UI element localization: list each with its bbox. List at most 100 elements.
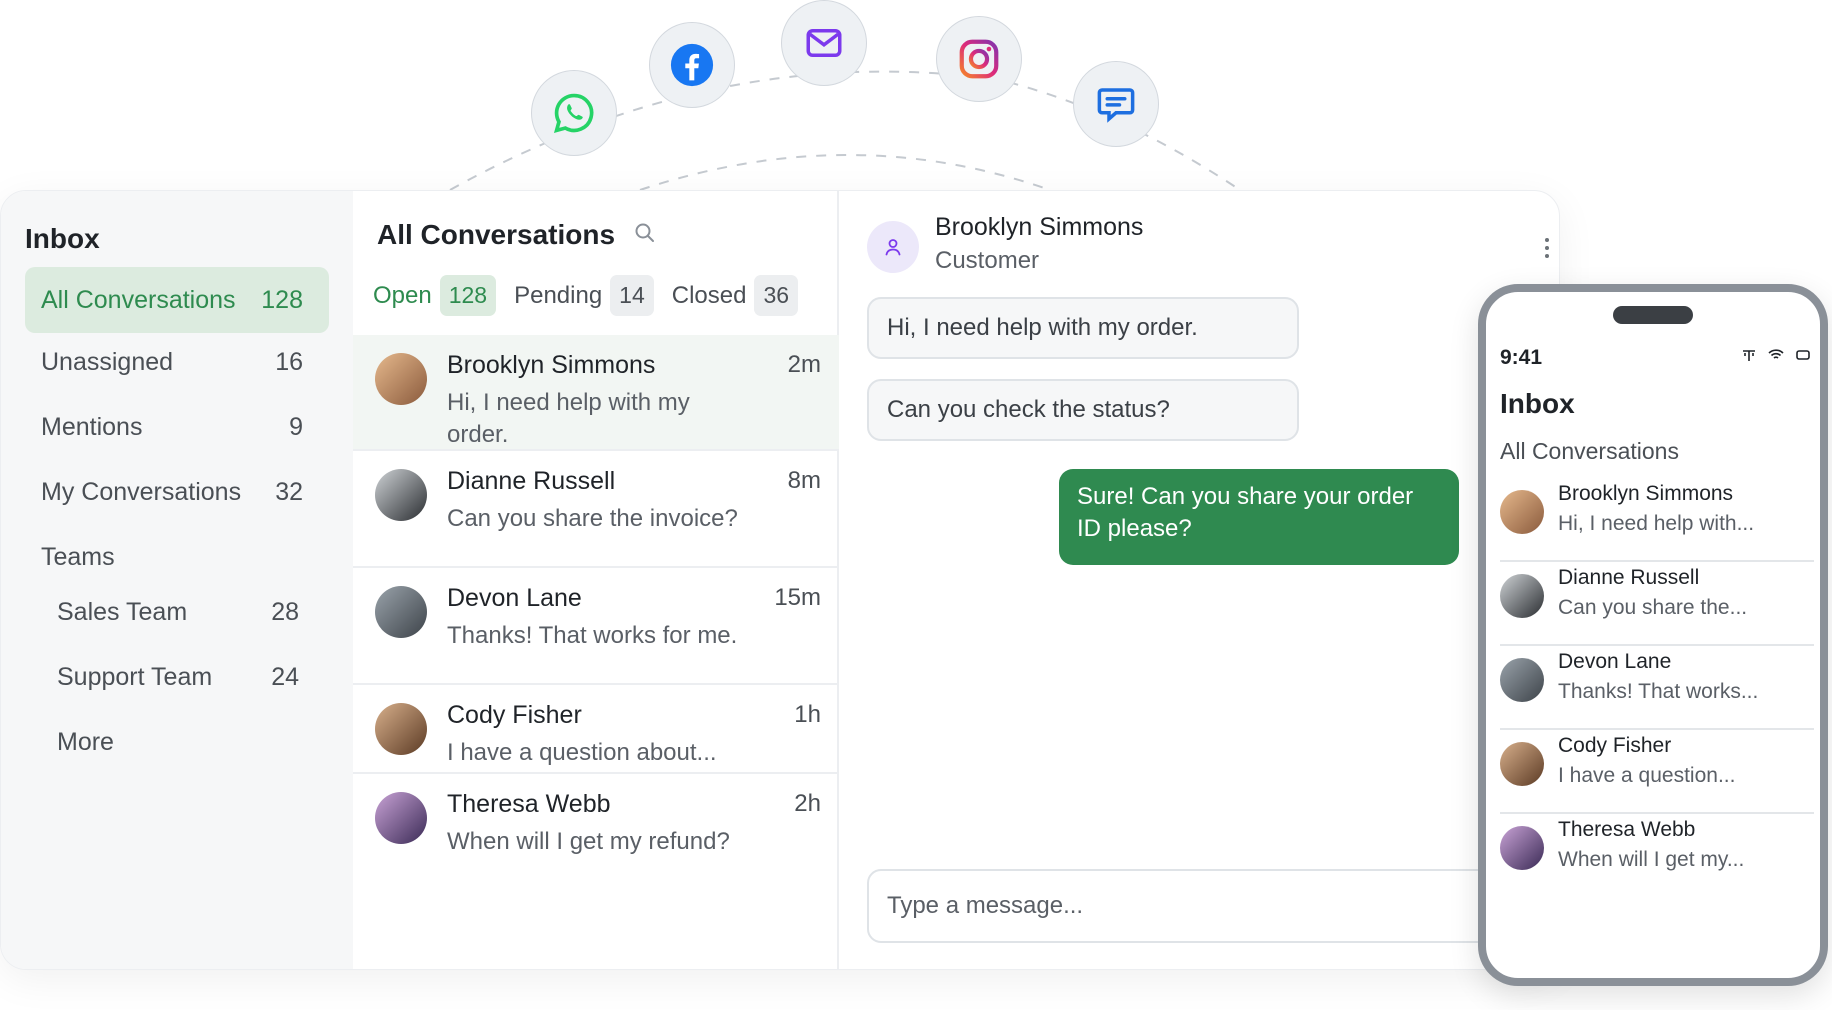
tab-open[interactable]: Open 128: [373, 275, 497, 316]
incoming-message: Can you check the status?: [867, 379, 1299, 441]
sidebar: Inbox All Conversations 128 Unassigned 1…: [1, 191, 353, 969]
inbox-app-window: Inbox All Conversations 128 Unassigned 1…: [0, 190, 1560, 970]
kebab-menu-icon: [1545, 238, 1549, 258]
chat-contact-role: Customer: [935, 247, 1040, 274]
chat-panel: Brooklyn Simmons Customer Hi, I need hel…: [841, 191, 1559, 969]
email-channel[interactable]: [781, 0, 867, 86]
avatar: [1500, 490, 1544, 534]
message-preview: Can you share the...: [1558, 596, 1748, 619]
message-time: 2m: [787, 351, 821, 378]
avatar: [375, 703, 427, 755]
sidebar-item-label: All Conversations: [41, 285, 236, 314]
sidebar-item-count: 28: [271, 597, 299, 626]
search-icon: [635, 223, 654, 242]
tab-count-badge: 14: [610, 275, 654, 316]
instagram-channel[interactable]: [936, 16, 1022, 102]
message-time: 15m: [774, 584, 821, 611]
contact-avatar: [867, 221, 919, 273]
phone-status-bar: [1742, 348, 1810, 362]
message-preview: Thanks! That works...: [1558, 680, 1759, 703]
incoming-message: Hi, I need help with my order.: [867, 297, 1299, 359]
chat-icon: [1097, 88, 1135, 123]
tab-count-badge: 128: [439, 275, 497, 316]
message-time: 2h: [794, 790, 821, 817]
instagram-icon: [959, 39, 999, 79]
mobile-phone-preview: 9:41 Inbox All Conversations Brooklyn Si…: [1478, 284, 1828, 986]
outgoing-message: Sure! Can you share your order ID please…: [1059, 469, 1459, 565]
message-preview: I have a question...: [1558, 764, 1736, 787]
sidebar-item-label: More: [57, 727, 114, 756]
sidebar-item-label: Mentions: [41, 412, 143, 441]
avatar: [1500, 658, 1544, 702]
message-time: 1h: [794, 701, 821, 728]
phone-conversation-item[interactable]: Theresa Webb When will I get my...: [1500, 800, 1814, 898]
avatar: [1500, 826, 1544, 870]
conversation-list-title: All Conversations: [377, 219, 616, 250]
whatsapp-icon: [553, 93, 594, 134]
message-time: 8m: [787, 467, 821, 494]
sidebar-item-unassigned[interactable]: Unassigned 16: [25, 329, 329, 395]
sidebar-item-count: 16: [275, 347, 303, 376]
sidebar-item-count: 128: [261, 285, 303, 314]
messages-channel[interactable]: [1073, 61, 1159, 147]
conversation-item[interactable]: Cody Fisher 1h I have a question about..…: [353, 685, 839, 774]
search-button[interactable]: [633, 221, 657, 250]
message-preview: Thanks! That works for me.: [447, 622, 738, 649]
phone-clock: 9:41: [1500, 346, 1543, 369]
sidebar-title: Inbox: [25, 223, 100, 254]
sidebar-item-label: My Conversations: [41, 477, 242, 506]
conversation-item[interactable]: Theresa Webb 2h When will I get my refun…: [353, 774, 839, 969]
message-preview: I have a question about...: [447, 739, 717, 766]
message-preview: When will I get my refund?: [447, 828, 730, 855]
sidebar-item-label: Sales Team: [57, 597, 188, 626]
conversation-item[interactable]: Dianne Russell 8m Can you share the invo…: [353, 451, 839, 568]
tab-label: Closed: [671, 281, 747, 309]
avatar: [375, 792, 427, 844]
sidebar-item-my-conversations[interactable]: My Conversations 32: [25, 459, 329, 525]
avatar: [375, 469, 427, 521]
conversation-list-panel: All Conversations Open 128 Pending 14 Cl…: [353, 191, 839, 969]
sidebar-item-count: 9: [289, 412, 303, 441]
channel-connectors: [449, 70, 1241, 191]
contact-name: Dianne Russell: [1558, 566, 1700, 589]
contact-name: Theresa Webb: [447, 790, 611, 818]
conversation-item[interactable]: Brooklyn Simmons 2m Hi, I need help with…: [353, 335, 839, 451]
facebook-icon: [670, 43, 714, 87]
avatar: [375, 586, 427, 638]
tab-pending[interactable]: Pending 14: [514, 275, 654, 316]
sidebar-item-count: 32: [275, 477, 303, 506]
message-preview: When will I get my...: [1558, 848, 1745, 871]
contact-name: Brooklyn Simmons: [447, 351, 656, 379]
conversation-item[interactable]: Devon Lane 15m Thanks! That works for me…: [353, 568, 839, 685]
message-preview: Hi, I need help with...: [1558, 512, 1755, 535]
sidebar-item-label: Teams: [41, 542, 115, 571]
sidebar-item-support-team[interactable]: Support Team 24: [25, 644, 329, 710]
message-input[interactable]: Type a message...: [867, 869, 1507, 943]
tab-closed[interactable]: Closed 36: [671, 275, 799, 316]
contact-name: Devon Lane: [1558, 650, 1672, 673]
tab-label: Pending: [514, 281, 603, 309]
sidebar-item-all-conversations[interactable]: All Conversations 128: [25, 267, 329, 333]
sidebar-item-more[interactable]: More: [25, 709, 329, 775]
tab-label: Open: [373, 281, 432, 309]
phone-notch: [1613, 306, 1693, 324]
whatsapp-channel[interactable]: [531, 70, 617, 156]
message-preview: Hi, I need help with my order.: [447, 389, 690, 448]
contact-name: Brooklyn Simmons: [1558, 482, 1734, 505]
contact-name: Cody Fisher: [447, 701, 582, 729]
phone-inbox-subtitle: All Conversations: [1500, 438, 1679, 464]
chat-contact-name: Brooklyn Simmons: [935, 213, 1144, 241]
mail-icon: [806, 29, 842, 57]
status-tabs: Open 128 Pending 14 Closed 36: [373, 275, 799, 316]
message-preview: Can you share the invoice?: [447, 505, 738, 532]
contact-name: Dianne Russell: [447, 467, 616, 495]
facebook-channel[interactable]: [649, 22, 735, 108]
user-icon: [885, 239, 901, 256]
sidebar-item-label: Unassigned: [41, 347, 174, 376]
avatar: [1500, 742, 1544, 786]
sidebar-item-mentions[interactable]: Mentions 9: [25, 394, 329, 460]
avatar: [375, 353, 427, 405]
more-options-button[interactable]: [1543, 237, 1551, 264]
battery-icon: [1796, 350, 1810, 360]
sidebar-item-sales-team[interactable]: Sales Team 28: [25, 579, 329, 645]
